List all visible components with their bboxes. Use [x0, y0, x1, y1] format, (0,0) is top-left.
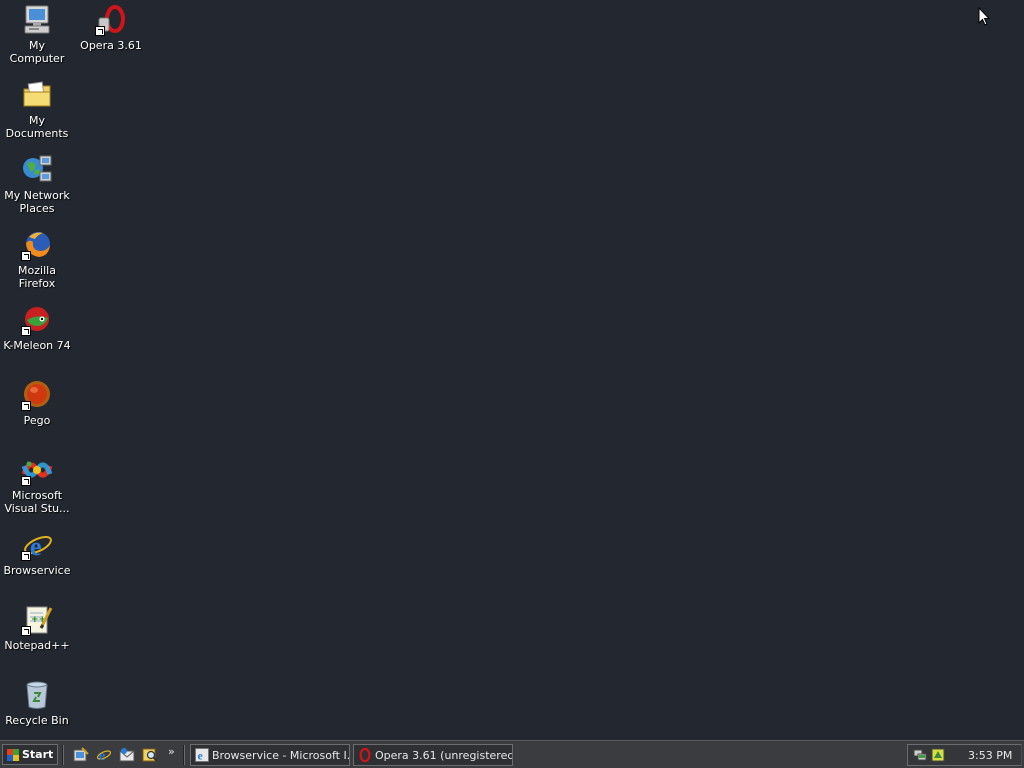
icon-label: My Network Places: [4, 189, 70, 215]
icon-label: Browservice: [3, 564, 71, 577]
show-desktop-icon[interactable]: [73, 747, 89, 763]
recycle-bin-icon: [21, 679, 53, 711]
task-label: Opera 3.61 (unregistered...: [375, 748, 513, 762]
desktop-icon-opera[interactable]: Opera 3.61: [74, 2, 148, 52]
network-connection-icon[interactable]: [913, 748, 927, 762]
start-label: Start: [22, 748, 54, 761]
icon-label: K-Meleon 74: [3, 339, 71, 352]
svg-text:e: e: [198, 750, 203, 762]
pego-icon: [21, 379, 53, 411]
task-button-opera[interactable]: Opera 3.61 (unregistered...: [353, 744, 513, 766]
internet-explorer-icon: e: [21, 529, 53, 561]
svg-text:e: e: [99, 749, 105, 763]
desktop-icon-recycle-bin[interactable]: Recycle Bin: [0, 677, 74, 727]
search-icon[interactable]: [142, 747, 158, 763]
icon-label: My Documents: [5, 114, 69, 140]
opera-icon: [95, 4, 127, 36]
icon-label: Microsoft Visual Stu...: [4, 489, 70, 515]
clock[interactable]: 3:53 PM: [968, 749, 1012, 762]
icon-label: Notepad++: [4, 639, 70, 652]
network-icon: [21, 154, 53, 186]
desktop: My Computer Opera 3.61 My Documents My N…: [0, 0, 1024, 740]
desktop-icon-my-network-places[interactable]: My Network Places: [0, 152, 74, 215]
shortcut-arrow-icon: [21, 326, 31, 336]
visual-studio-icon: [21, 454, 53, 486]
notepad-plus-plus-icon: ++: [21, 604, 53, 636]
icon-label: My Computer: [9, 39, 65, 65]
desktop-icon-mozilla-firefox[interactable]: Mozilla Firefox: [0, 227, 74, 290]
k-meleon-icon: [21, 304, 53, 336]
icon-label: Mozilla Firefox: [18, 264, 56, 290]
windows-logo-icon: [7, 748, 19, 761]
task-button-browservice[interactable]: e Browservice - Microsoft I...: [190, 744, 350, 766]
shortcut-arrow-icon: [21, 551, 31, 561]
shortcut-arrow-icon: [21, 251, 31, 261]
task-label: Browservice - Microsoft I...: [212, 748, 350, 762]
desktop-icon-visual-studio[interactable]: Microsoft Visual Stu...: [0, 452, 74, 515]
outlook-express-icon[interactable]: [119, 747, 135, 763]
desktop-icon-notepad-plus-plus[interactable]: ++ Notepad++: [0, 602, 74, 652]
svg-text:e: e: [30, 532, 42, 561]
desktop-icon-my-computer[interactable]: My Computer: [0, 2, 74, 65]
shortcut-arrow-icon: [21, 476, 31, 486]
quick-launch-more-button[interactable]: »: [168, 745, 175, 758]
desktop-icon-my-documents[interactable]: My Documents: [0, 77, 74, 140]
folder-icon: [21, 79, 53, 111]
icon-label: Pego: [23, 414, 51, 427]
internet-explorer-icon: e: [195, 748, 209, 762]
start-button[interactable]: Start: [2, 744, 58, 765]
desktop-icon-browservice[interactable]: e Browservice: [0, 527, 74, 577]
shortcut-arrow-icon: [21, 626, 31, 636]
mouse-cursor-icon: [978, 7, 990, 26]
icon-label: Opera 3.61: [80, 39, 142, 52]
shortcut-arrow-icon: [95, 26, 105, 36]
firefox-icon: [21, 229, 53, 261]
shortcut-arrow-icon: [21, 401, 31, 411]
opera-icon: [359, 748, 371, 762]
tray-app-icon[interactable]: [931, 748, 945, 762]
internet-explorer-quick-launch-icon[interactable]: e: [96, 747, 112, 763]
desktop-icon-pego[interactable]: Pego: [0, 377, 74, 427]
taskbar-separator: [183, 745, 185, 765]
system-tray: 3:53 PM: [907, 744, 1022, 766]
computer-icon: [21, 4, 53, 36]
taskbar: Start e » e Browservice - Microsoft I...…: [0, 740, 1024, 768]
desktop-icon-k-meleon[interactable]: K-Meleon 74: [0, 302, 74, 352]
taskbar-separator: [62, 745, 64, 765]
icon-label: Recycle Bin: [5, 714, 69, 727]
